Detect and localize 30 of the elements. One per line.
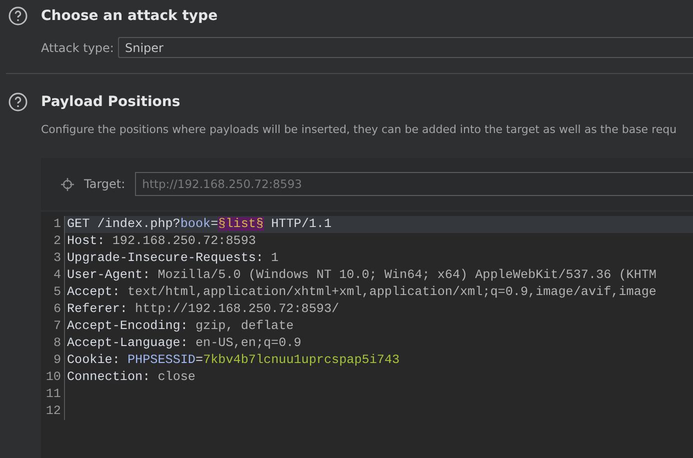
line-number: 12 xyxy=(41,403,65,420)
line-number: 4 xyxy=(41,267,65,284)
line-number: 7 xyxy=(41,318,65,335)
help-icon[interactable] xyxy=(8,92,28,112)
code-line: Host: 192.168.250.72:8593 xyxy=(66,233,257,250)
request-editor[interactable] xyxy=(41,212,693,458)
line-number: 10 xyxy=(41,369,65,386)
line-number: 3 xyxy=(41,250,65,267)
field-label: Attack type: xyxy=(41,40,114,54)
section-title: Payload Positions xyxy=(41,94,180,110)
section-description: Configure the positions where payloads will be inserted, they can be added into the target as well as the base requ xyxy=(41,123,678,136)
line-number: 2 xyxy=(41,233,65,250)
code-line: Accept: text/html,application/xhtml+xml,application/xml;q=0.9,image/avif,image xyxy=(66,284,658,301)
help-icon[interactable] xyxy=(8,6,28,26)
attack-type-dropdown[interactable]: Sniper xyxy=(118,37,693,58)
code-line: Accept-Encoding: gzip, deflate xyxy=(66,318,295,335)
line-number: 11 xyxy=(41,386,65,403)
line-number: 9 xyxy=(41,352,65,369)
code-line: Upgrade-Insecure-Requests: 1 xyxy=(66,250,280,267)
code-line: User-Agent: Mozilla/5.0 (Windows NT 10.0; Win64; x64) AppleWebKit/537.36 (KHTM xyxy=(66,267,658,284)
code-line: Connection: close xyxy=(66,369,196,386)
line-number: 6 xyxy=(41,301,65,318)
code-line: Accept-Language: en-US,en;q=0.9 xyxy=(66,335,302,352)
target-label: Target: xyxy=(84,177,126,191)
crosshair-icon xyxy=(61,178,74,190)
line-number: 5 xyxy=(41,284,65,301)
section-title: Choose an attack type xyxy=(41,8,218,24)
line-number: 8 xyxy=(41,335,65,352)
code-line: Referer: http://192.168.250.72:8593/ xyxy=(66,301,340,318)
code-line: Cookie: PHPSESSID=7kbv4b7lcnuu1uprcspap5i743 xyxy=(66,352,401,369)
